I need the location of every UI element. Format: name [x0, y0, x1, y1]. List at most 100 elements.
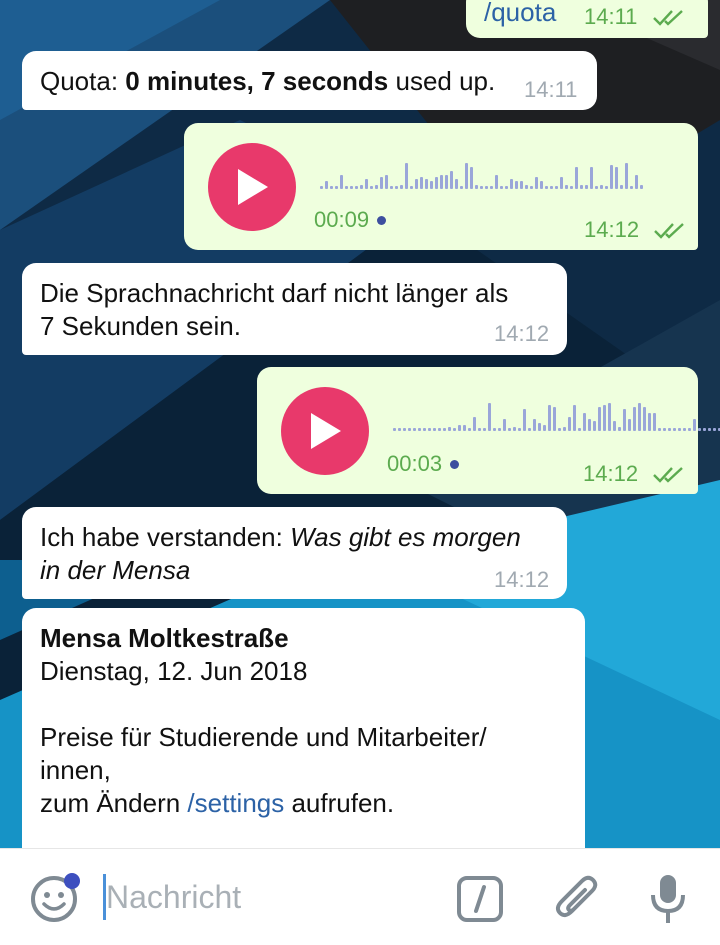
incoming-message[interactable]: Quota: 0 minutes, 7 seconds used up. 14:…: [22, 51, 597, 110]
waveform-bar: [553, 407, 556, 431]
waveform-bar: [480, 186, 483, 189]
waveform-bar: [673, 428, 676, 431]
waveform-bar: [618, 427, 621, 431]
waveform-bar: [503, 419, 506, 431]
paperclip-icon: [555, 875, 598, 918]
waveform-bar: [428, 428, 431, 431]
play-button[interactable]: [208, 143, 296, 231]
waveform-bar: [420, 177, 423, 189]
waveform-bar: [540, 181, 543, 189]
outgoing-voice-message[interactable]: 00:09 14:12: [184, 123, 698, 250]
bot-commands-button[interactable]: [456, 875, 504, 923]
waveform-bar: [398, 428, 401, 431]
waveform-bar: [423, 428, 426, 431]
waveform-bar: [570, 186, 573, 189]
waveform-bar: [663, 428, 666, 431]
waveform-bar: [375, 185, 378, 189]
double-check-icon: [653, 467, 684, 483]
waveform-bar: [568, 417, 571, 431]
attach-button[interactable]: [552, 871, 602, 925]
unplayed-dot: [450, 460, 460, 469]
message-time: 14:12: [584, 217, 687, 243]
waveform-bar: [578, 428, 581, 431]
voice-duration: 00:09: [314, 207, 387, 233]
message-time: 14:12: [494, 321, 550, 346]
waveform-bar: [623, 409, 626, 431]
waveform-bar: [575, 167, 578, 189]
waveform-bar: [595, 186, 598, 189]
waveform-bar: [350, 186, 353, 189]
slash-commands-icon: [457, 876, 503, 922]
waveform-bar: [560, 177, 563, 189]
waveform-bar: [550, 186, 553, 189]
message-time: 14:11: [584, 4, 686, 30]
command-text[interactable]: /quota: [484, 0, 556, 29]
waveform-bar: [603, 405, 606, 431]
waveform-bar: [455, 179, 458, 189]
waveform-bar: [683, 428, 686, 431]
waveform-bar: [465, 163, 468, 189]
waveform-bar: [620, 185, 623, 189]
waveform-bar: [558, 428, 561, 431]
waveform-bar: [678, 428, 681, 431]
waveform-bar: [498, 428, 501, 431]
waveform-bar: [430, 181, 433, 189]
waveform-bar: [365, 179, 368, 189]
incoming-message[interactable]: Ich habe verstanden: Was gibt es morgen …: [22, 507, 567, 599]
waveform-bar: [505, 186, 508, 189]
waveform-bar: [380, 177, 383, 189]
waveform-bar: [533, 419, 536, 431]
voice-waveform[interactable]: [393, 401, 720, 431]
waveform-bar: [588, 419, 591, 431]
waveform-bar: [703, 428, 706, 431]
waveform-bar: [413, 428, 416, 431]
waveform-bar: [713, 428, 716, 431]
waveform-bar: [530, 186, 533, 189]
voice-waveform[interactable]: [320, 159, 643, 189]
waveform-bar: [488, 403, 491, 431]
waveform-bar: [528, 428, 531, 431]
waveform-bar: [408, 428, 411, 431]
waveform-bar: [440, 175, 443, 189]
voice-record-button[interactable]: [650, 873, 686, 925]
waveform-bar: [403, 428, 406, 431]
waveform-bar: [523, 409, 526, 431]
waveform-bar: [555, 186, 558, 189]
waveform-bar: [470, 167, 473, 189]
waveform-bar: [615, 167, 618, 189]
waveform-bar: [340, 175, 343, 189]
double-check-icon: [654, 223, 685, 239]
waveform-bar: [653, 413, 656, 431]
waveform-bar: [400, 185, 403, 189]
waveform-bar: [605, 186, 608, 189]
waveform-bar: [448, 427, 451, 431]
waveform-bar: [598, 407, 601, 431]
outgoing-message[interactable]: /quota 14:11: [466, 0, 708, 38]
waveform-bar: [708, 428, 711, 431]
incoming-message[interactable]: Mensa Moltkestraße Dienstag, 12. Jun 201…: [22, 608, 585, 848]
message-composer: Nachricht: [0, 848, 720, 945]
message-input[interactable]: Nachricht: [106, 879, 241, 916]
waveform-bar: [590, 167, 593, 189]
settings-link[interactable]: /settings: [187, 788, 284, 818]
waveform-bar: [585, 185, 588, 189]
waveform-bar: [693, 419, 696, 431]
outgoing-voice-message[interactable]: 00:03 14:12: [257, 367, 720, 494]
waveform-bar: [360, 185, 363, 189]
waveform-bar: [508, 428, 511, 431]
incoming-message[interactable]: Die Sprachnachricht darf nicht länger al…: [22, 263, 567, 355]
waveform-bar: [633, 407, 636, 431]
waveform-bar: [613, 421, 616, 431]
waveform-bar: [520, 181, 523, 189]
waveform-bar: [458, 425, 461, 431]
waveform-bar: [643, 407, 646, 431]
waveform-bar: [335, 186, 338, 189]
waveform-bar: [580, 185, 583, 189]
waveform-bar: [395, 186, 398, 189]
message-text: Die Sprachnachricht darf nicht länger al…: [40, 278, 509, 341]
play-icon: [238, 169, 268, 205]
play-button[interactable]: [281, 387, 369, 475]
message-text: Quota: 0 minutes, 7 seconds used up.: [40, 66, 496, 96]
message-list[interactable]: /quota 14:11 Quota: 0 minutes, 7 seconds…: [0, 0, 720, 848]
emoji-button[interactable]: [30, 873, 80, 923]
